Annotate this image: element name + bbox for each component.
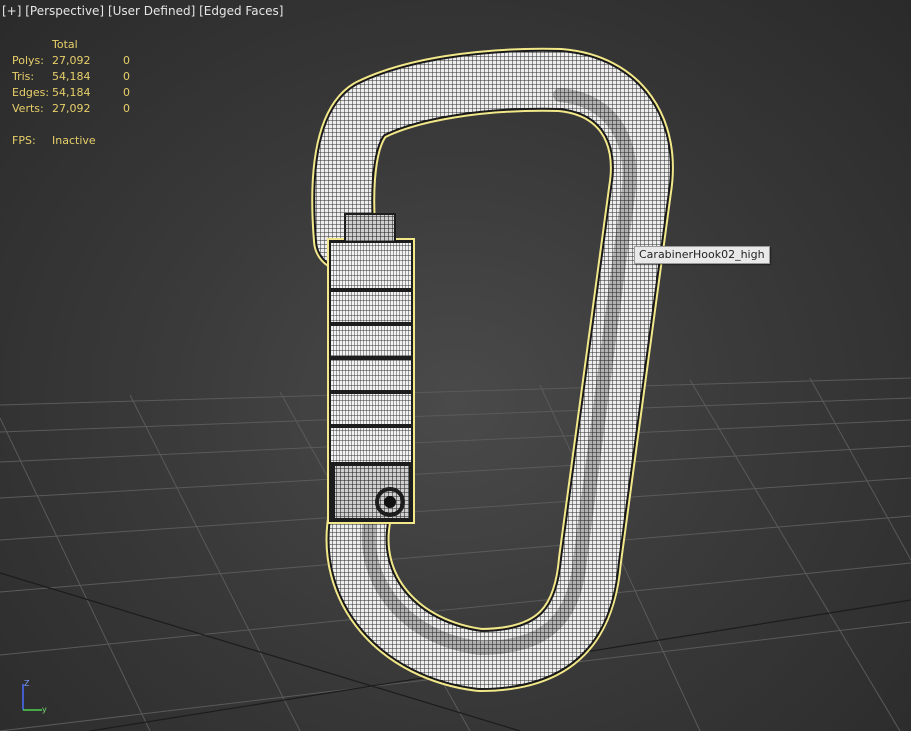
stats-label: Verts: (12, 102, 44, 115)
stats-total-header: Total (52, 38, 78, 51)
stats-selected: 0 (123, 102, 130, 115)
fps-label: FPS: (12, 134, 36, 147)
stats-row-tris: Tris: 54,184 0 (12, 69, 153, 85)
viewport-perspective[interactable]: Z y [+] [Perspective] [User Defined] [Ed… (0, 0, 911, 731)
stats-row-polys: Polys: 27,092 0 (12, 53, 153, 69)
viewport-camera-menu[interactable]: [User Defined] (108, 4, 195, 18)
stats-total: 54,184 (52, 86, 91, 99)
viewport-shading-menu[interactable]: [Edged Faces] (199, 4, 283, 18)
axis-gizmo-icon: Z y (22, 679, 47, 714)
viewport-general-menu[interactable]: [+] (2, 4, 21, 18)
stats-total: 27,092 (52, 102, 91, 115)
gizmo-z-label: Z (24, 679, 30, 688)
object-name-tooltip: CarabinerHook02_high (634, 246, 770, 264)
stats-row-verts: Verts: 27,092 0 (12, 101, 153, 117)
gizmo-y-label: y (42, 705, 47, 714)
stats-row-edges: Edges: 54,184 0 (12, 85, 153, 101)
stats-label: Tris: (12, 70, 35, 83)
stats-total: 54,184 (52, 70, 91, 83)
stats-label: Edges: (12, 86, 50, 99)
stats-total: 27,092 (52, 54, 91, 67)
stats-selected: 0 (123, 54, 130, 67)
viewport-point-of-view-menu[interactable]: [Perspective] (25, 4, 104, 18)
viewport-label-menu: [+] [Perspective] [User Defined] [Edged … (2, 4, 284, 18)
carabiner-mesh (311, 47, 674, 692)
fps-value: Inactive (52, 134, 96, 147)
stats-header-row: Total (12, 37, 153, 53)
stats-label: Polys: (12, 54, 44, 67)
stats-row-fps: FPS: Inactive (12, 133, 153, 149)
scene-statistics: Total Polys: 27,092 0 Tris: 54,184 0 Edg… (12, 37, 153, 149)
stats-selected: 0 (123, 86, 130, 99)
stats-selected: 0 (123, 70, 130, 83)
